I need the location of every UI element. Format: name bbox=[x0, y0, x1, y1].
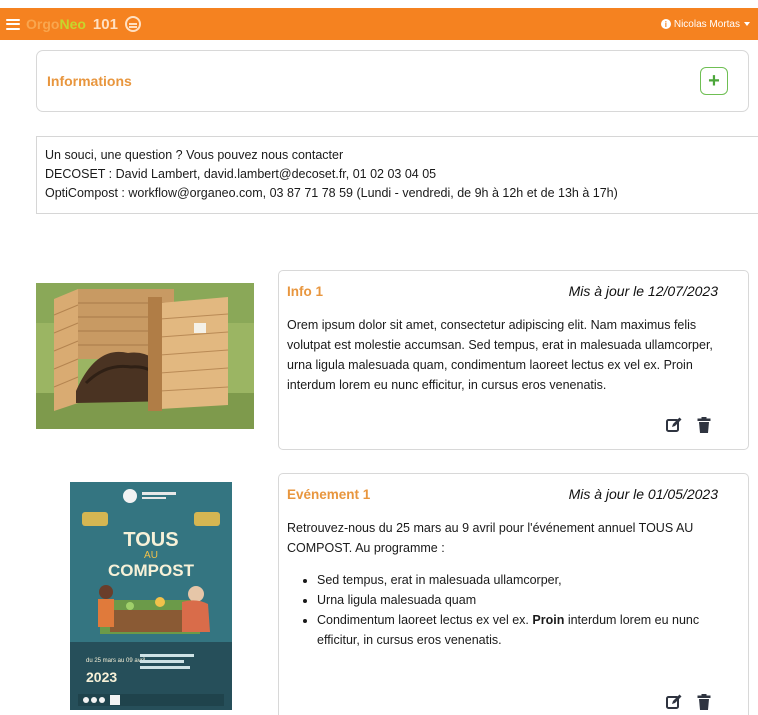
event-post-card: Evénement 1 Mis à jour le 01/05/2023 Ret… bbox=[278, 473, 749, 715]
informations-header-card: Informations + bbox=[36, 50, 749, 112]
poster-title-line2: AU bbox=[144, 550, 158, 561]
post-title: Evénement 1 bbox=[287, 487, 371, 502]
trash-icon[interactable] bbox=[696, 694, 712, 710]
edit-icon[interactable] bbox=[666, 694, 682, 710]
contact-box: Un souci, une question ? Vous pouvez nou… bbox=[36, 136, 758, 214]
post-body-text: Orem ipsum dolor sit amet, consectetur a… bbox=[287, 318, 713, 392]
post-intro-text: Retrouvez-nous du 25 mars au 9 avril pou… bbox=[287, 521, 694, 555]
logo-neo: Neo bbox=[59, 16, 86, 32]
user-info-icon: i bbox=[660, 19, 671, 29]
compost-bin-photo bbox=[36, 283, 254, 429]
poster-year: 2023 bbox=[86, 669, 117, 685]
post-title: Info 1 bbox=[287, 284, 323, 299]
user-name: Nicolas Mortas bbox=[673, 18, 740, 30]
list-item: Urna ligula malesuada quam bbox=[317, 590, 738, 610]
poster-dates: du 25 mars au 09 avril bbox=[86, 658, 145, 664]
logo-mark-icon bbox=[124, 16, 141, 32]
menu-icon[interactable] bbox=[6, 18, 20, 30]
event-poster-image: TOUS AU COMPOST du 25 mars au 09 avril 2… bbox=[70, 482, 232, 710]
list-item-bold: Proin bbox=[532, 613, 565, 627]
contact-line-intro: Un souci, une question ? Vous pouvez nou… bbox=[45, 148, 344, 162]
trash-icon[interactable] bbox=[696, 417, 712, 433]
list-item-text: Condimentum laoreet lectus ex vel ex. bbox=[317, 613, 533, 627]
poster-title-line3: COMPOST bbox=[108, 561, 195, 580]
chevron-down-icon bbox=[744, 22, 750, 26]
post-bullet-list: Sed tempus, erat in malesuada ullamcorpe… bbox=[317, 570, 738, 650]
poster-title-line1: TOUS bbox=[123, 529, 178, 551]
contact-line-opticompost: OptiCompost : workflow@organeo.com, 03 8… bbox=[45, 186, 618, 200]
edit-icon[interactable] bbox=[666, 417, 682, 433]
page-title: Informations bbox=[47, 73, 132, 89]
post-updated-date: Mis à jour le 12/07/2023 bbox=[568, 283, 718, 299]
add-info-button[interactable]: + bbox=[700, 67, 728, 95]
post-updated-date: Mis à jour le 01/05/2023 bbox=[568, 486, 718, 502]
top-navbar: Orgo Neo 101 i Nicolas Mortas bbox=[0, 8, 758, 40]
logo-orgo: Orgo bbox=[26, 16, 60, 32]
contact-line-decoset: DECOSET : David Lambert, david.lambert@d… bbox=[45, 167, 437, 181]
info-post-card: Info 1 Mis à jour le 12/07/2023 Orem ips… bbox=[278, 270, 749, 450]
logo-101: 101 bbox=[92, 15, 118, 33]
list-item: Sed tempus, erat in malesuada ullamcorpe… bbox=[317, 570, 738, 590]
user-menu[interactable]: i Nicolas Mortas bbox=[660, 18, 750, 30]
list-item: Condimentum laoreet lectus ex vel ex. Pr… bbox=[317, 610, 738, 650]
app-logo[interactable]: Orgo Neo 101 bbox=[26, 16, 141, 33]
